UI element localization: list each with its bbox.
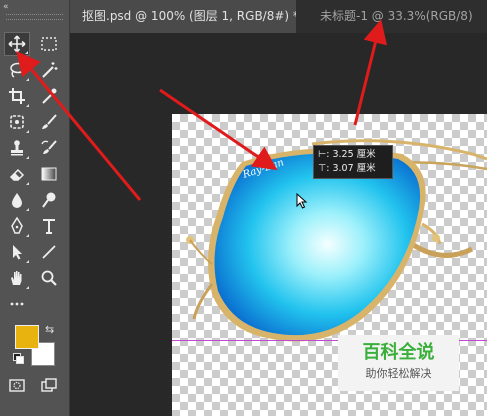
gradient-icon [41,167,57,181]
zoom-tool[interactable] [36,266,62,290]
crop-tool[interactable] [4,84,30,108]
eyedropper-tool[interactable] [36,84,62,108]
screen-mode-icon [41,378,57,392]
pen-tool[interactable] [4,214,30,238]
dodge-icon [42,192,56,208]
collapse-panel-button[interactable]: « [3,2,33,12]
quick-mask-icon [9,379,25,392]
height-readout: ⊤: 3.07 厘米 [318,163,376,174]
path-selection-tool[interactable] [4,240,30,264]
more-dots-icon [10,302,24,306]
panel-grip[interactable] [6,14,63,20]
direct-selection-arrow-icon [13,245,22,260]
healing-brush-tool[interactable] [4,110,30,134]
screen-mode-button[interactable] [36,373,62,397]
document-tab-bar: 抠图.psd @ 100% (图层 1, RGB/8#) *× 未标题-1 @ … [70,0,487,33]
marquee-tool[interactable] [36,32,62,56]
edit-toolbar[interactable] [4,292,30,316]
swap-colors-icon[interactable]: ⇆ [45,323,54,336]
width-readout: ⊢: 3.25 厘米 [318,149,376,160]
move-tool[interactable] [4,32,30,56]
type-tool[interactable] [36,214,62,238]
eyedropper-icon [42,88,57,104]
type-icon [43,219,55,234]
eraser-tool[interactable] [4,162,30,186]
watermark-title: 百科全说 [362,342,435,363]
eraser-icon [9,168,25,181]
tab-koutu-psd[interactable]: 抠图.psd @ 100% (图层 1, RGB/8#) *× [70,0,296,33]
quick-mask-button[interactable] [4,373,30,397]
hand-tool[interactable] [4,266,30,290]
default-colors-icon[interactable] [13,353,24,364]
history-brush-tool[interactable] [36,136,62,160]
move-icon [8,35,26,53]
line-tool[interactable] [36,240,62,264]
tab-label: 抠图.psd @ 100% (图层 1, RGB/8#) * [82,9,296,23]
magnifier-icon [41,270,57,286]
blur-tool[interactable] [4,188,30,212]
hand-icon [11,271,22,285]
watermark-subtitle: 助你轻松解决 [365,367,432,380]
rectangular-marquee-icon [41,37,57,51]
magic-wand-tool[interactable] [36,58,62,82]
tools-panel: « ⇆ [0,0,70,416]
lasso-icon [10,62,26,78]
bandage-icon [10,115,24,129]
history-brush-icon [41,140,57,154]
droplet-icon [12,193,22,208]
foreground-color-swatch[interactable] [15,325,39,349]
dodge-tool[interactable] [36,188,62,212]
magic-wand-icon [42,62,58,78]
mouse-cursor-icon [296,193,308,209]
brush-tool[interactable] [36,110,62,134]
lasso-tool[interactable] [4,58,30,82]
line-icon [42,245,56,259]
tab-untitled-1[interactable]: 未标题-1 @ 33.3%(RGB/8) [308,0,487,33]
gradient-tool[interactable] [36,162,62,186]
pen-icon [11,217,23,234]
transform-size-tooltip: ⊢: 3.25 厘米 ⊤: 3.07 厘米 [313,145,393,179]
stamp-icon [11,140,23,156]
brush-icon [42,114,57,129]
tab-label: 未标题-1 @ 33.3%(RGB/8) [320,9,473,23]
clone-stamp-tool[interactable] [4,136,30,160]
watermark-badge: 百科全说 助你轻松解决 [338,335,459,391]
crop-icon [9,88,25,104]
